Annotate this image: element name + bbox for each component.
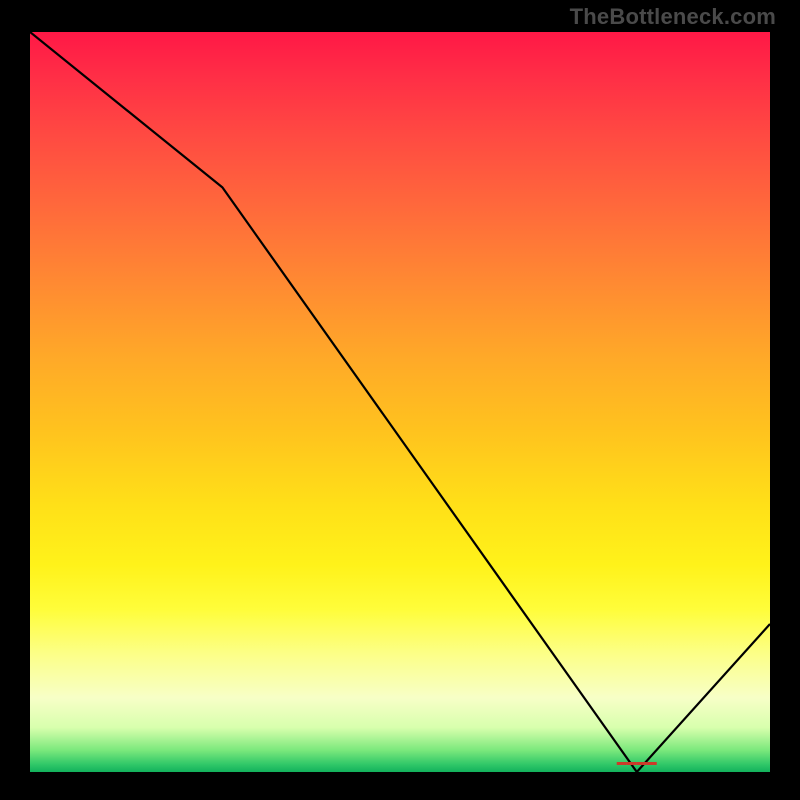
line-series-overlay xyxy=(30,32,770,772)
series-line xyxy=(30,32,770,772)
heat-gradient-plot: ▬▬▬▬ xyxy=(30,32,770,772)
chart-stage: TheBottleneck.com ▬▬▬▬ xyxy=(0,0,800,800)
minimum-marker: ▬▬▬▬ xyxy=(617,758,657,768)
watermark-text: TheBottleneck.com xyxy=(570,6,776,28)
